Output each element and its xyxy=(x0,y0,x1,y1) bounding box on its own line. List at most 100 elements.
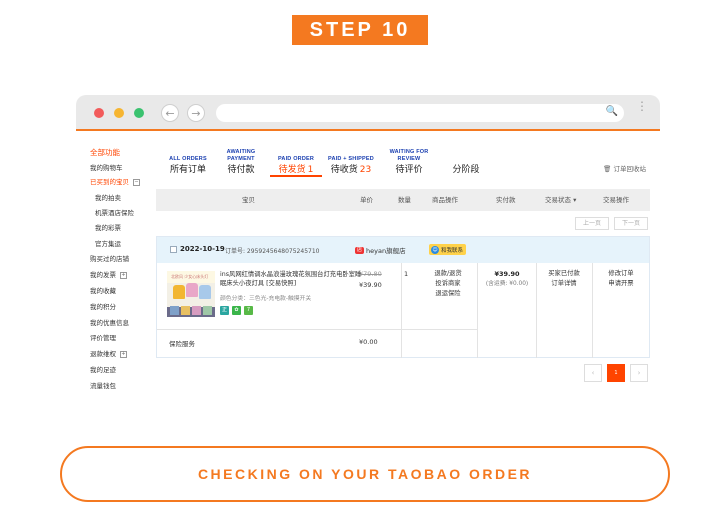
address-bar[interactable]: 🔍 xyxy=(216,104,624,122)
thumbnail-text: 北欧风 少女心床头灯 xyxy=(171,274,209,279)
sidebar-item-label: 流量钱包 xyxy=(90,382,116,390)
sidebar-item-label: 我的足迹 xyxy=(90,366,116,374)
tab-3[interactable]: PAID ORDER 待发货 1 xyxy=(270,133,322,177)
pagination-current-page[interactable]: 1 xyxy=(607,364,625,382)
table-header-cell: 数量 xyxy=(398,196,411,204)
insurance-label: 保险服务 xyxy=(169,340,195,348)
shop-link[interactable]: 店 heyan旗舰店 xyxy=(355,245,406,255)
maximize-window-dot[interactable] xyxy=(134,108,144,118)
tab-text: 所有订单 xyxy=(169,165,206,175)
divider xyxy=(477,263,478,358)
browser-toolbar: ← → 🔍 ⋮ xyxy=(76,95,660,131)
shipping-fee: (含运费: ¥0.00) xyxy=(485,281,529,287)
table-header: 宝贝 单价 数量 商品操作 实付款 交易状态 ▾ 交易操作 xyxy=(156,189,650,211)
tab-2[interactable]: AWAITING PAYMENT 待付款 xyxy=(216,133,266,177)
sidebar-item[interactable]: 全部功能 xyxy=(90,148,120,158)
sidebar-item-label: 我的彩票 xyxy=(95,224,121,232)
close-window-dot[interactable] xyxy=(94,108,104,118)
tab-label: 待付款 xyxy=(216,162,266,175)
refund-link[interactable]: 退款/退货 xyxy=(425,269,471,279)
table-header-cell: 宝贝 xyxy=(242,196,255,204)
sidebar-item-label: 我的优惠信息 xyxy=(90,319,129,327)
expand-icon[interactable]: + xyxy=(120,271,127,279)
expand-icon[interactable]: + xyxy=(120,350,127,358)
transaction-ops: 修改订单 申请开票 xyxy=(593,269,649,289)
request-invoice-link[interactable]: 申请开票 xyxy=(593,279,649,289)
modify-order-link[interactable]: 修改订单 xyxy=(593,269,649,279)
caption-banner: CHECKING ON YOUR TAOBAO ORDER xyxy=(60,446,670,502)
sidebar-item[interactable]: 已买到的宝贝 − xyxy=(90,177,140,187)
chat-icon: ☺ xyxy=(431,245,439,254)
product-spec: 颜色分类：三色光-充电款-触摸开关 xyxy=(220,296,312,302)
sidebar-item-label: 官方集运 xyxy=(95,240,121,248)
table-header-cell: 实付款 xyxy=(496,196,516,204)
tab-text: 待付款 xyxy=(227,165,255,175)
service-badge-icon[interactable]: 正 xyxy=(220,306,229,315)
sidebar-item-label: 我的积分 xyxy=(90,303,116,311)
menu-kebab-icon[interactable]: ⋮ xyxy=(636,100,648,112)
tab-6[interactable]: 分阶段 xyxy=(446,133,486,177)
order-status: 买家已付款 xyxy=(548,270,580,277)
tab-text: 分阶段 xyxy=(452,165,480,175)
service-badge-icon[interactable]: 7 xyxy=(244,306,253,315)
tab-text: 待收货 xyxy=(330,165,358,175)
sidebar-item[interactable]: 流量钱包 xyxy=(90,381,116,391)
order-status-cell: 买家已付款 订单详情 xyxy=(537,269,591,289)
sidebar-item[interactable]: 购买过的店铺 xyxy=(90,254,129,264)
sidebar-item[interactable]: 退款维权 + xyxy=(90,349,127,359)
table-header-cell: 商品操作 xyxy=(432,196,458,204)
return-insurance-link[interactable]: 退运保险 xyxy=(425,289,471,299)
search-icon[interactable]: 🔍 xyxy=(606,106,618,117)
divider xyxy=(157,329,477,330)
divider xyxy=(401,263,402,358)
sidebar-item[interactable]: 我的收藏 xyxy=(90,286,116,296)
pagination-prev-button[interactable]: ‹ xyxy=(584,364,602,382)
tab-count: 1 xyxy=(307,165,314,175)
sidebar-item[interactable]: 我的积分 xyxy=(90,302,116,312)
paid-amount: ¥39.90 xyxy=(494,270,520,278)
paid-amount-cell: ¥39.90 (含运费: ¥0.00) xyxy=(479,269,535,289)
order-checkbox[interactable] xyxy=(170,246,177,253)
sidebar-item[interactable]: 机票酒店保险 xyxy=(95,208,134,218)
back-arrow-icon[interactable]: ← xyxy=(161,104,179,122)
sidebar-item[interactable]: 我的足迹 xyxy=(90,365,116,375)
forward-arrow-icon[interactable]: → xyxy=(187,104,205,122)
shop-name: heyan旗舰店 xyxy=(366,247,406,255)
table-header-cell: 单价 xyxy=(360,196,373,204)
product-title-link[interactable]: ins风网红情调水晶浪漫玫瑰花氛围台灯充电卧室睡眠床头小夜灯具 [交易快照] xyxy=(220,270,364,288)
service-badge-icon[interactable]: ✿ xyxy=(232,306,241,315)
pagination-next-button[interactable]: › xyxy=(630,364,648,382)
prev-page-top-button[interactable]: 上一页 xyxy=(575,217,609,230)
collapse-icon[interactable]: − xyxy=(133,178,140,186)
sidebar-item[interactable]: 官方集运 xyxy=(95,239,121,249)
sidebar-item[interactable]: 我的彩票 xyxy=(95,223,121,233)
tab-count: 23 xyxy=(359,165,372,175)
step-badge: STEP 10 xyxy=(292,15,428,45)
sidebar-item[interactable]: 我的优惠信息 xyxy=(90,318,129,328)
tab-text: 待评价 xyxy=(395,165,423,175)
order-details-link[interactable]: 订单详情 xyxy=(537,279,591,289)
contact-seller-button[interactable]: ☺ 和我联系 xyxy=(429,244,467,255)
table-header-cell[interactable]: 交易状态 ▾ xyxy=(545,189,576,211)
sidebar-item[interactable]: 我的发票 + xyxy=(90,270,127,280)
unit-price: ¥39.90 xyxy=(359,281,382,289)
sidebar-item[interactable]: 我的拍卖 xyxy=(95,193,121,203)
sidebar-item[interactable]: 评价管理 xyxy=(90,333,116,343)
product-thumbnail[interactable]: 北欧风 少女心床头灯 xyxy=(167,271,215,317)
sidebar-item[interactable]: 我的购物车 xyxy=(90,163,123,173)
recycle-bin-link[interactable]: 🗑 订单回收站 xyxy=(603,163,646,173)
tab-label: 分阶段 xyxy=(446,162,486,175)
sidebar-item-label: 购买过的店铺 xyxy=(90,255,129,263)
tab-4[interactable]: PAID + SHIPPED 待收货 23 xyxy=(324,133,378,177)
tab-1[interactable]: ALL ORDERS 所有订单 xyxy=(164,133,212,177)
insurance-price: ¥0.00 xyxy=(359,338,378,346)
tab-5[interactable]: WAITING FOR REVIEW 待评价 xyxy=(384,133,434,177)
tab-english-label: WAITING FOR REVIEW xyxy=(389,149,429,162)
tab-text: 待发货 xyxy=(278,165,306,175)
tab-label: 待评价 xyxy=(384,162,434,175)
product-ops: 退款/退货 投诉商家 退运保险 xyxy=(425,269,471,299)
complaint-link[interactable]: 投诉商家 xyxy=(425,279,471,289)
next-page-top-button[interactable]: 下一页 xyxy=(614,217,648,230)
tab-label: 待发货 1 xyxy=(270,162,322,175)
minimize-window-dot[interactable] xyxy=(114,108,124,118)
